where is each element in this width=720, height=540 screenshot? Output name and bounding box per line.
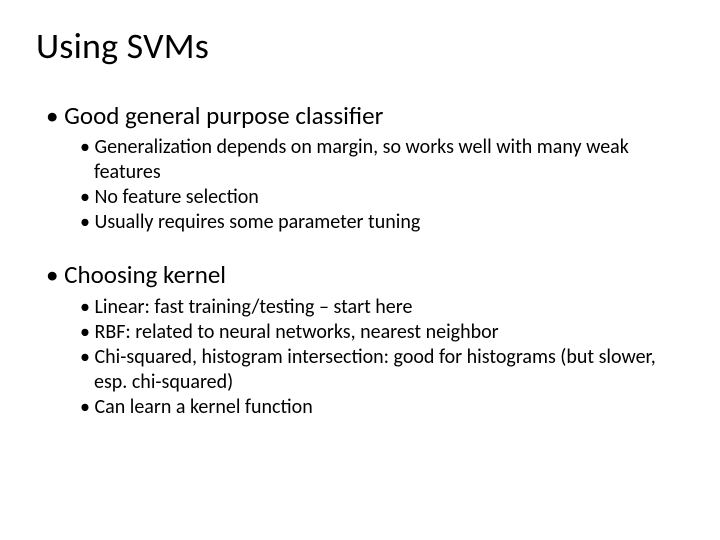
section-list: Generalization depends on margin, so wor… — [80, 135, 664, 235]
list-item: No feature selection — [80, 185, 664, 210]
list-item: Generalization depends on margin, so wor… — [80, 135, 664, 185]
list-item: RBF: related to neural networks, nearest… — [80, 320, 664, 345]
slide-title: Using SVMs — [36, 24, 684, 68]
section-heading: Choosing kernel — [46, 259, 684, 290]
list-item: Linear: fast training/testing – start he… — [80, 295, 664, 320]
section-choosing-kernel: Choosing kernel Linear: fast training/te… — [36, 259, 684, 419]
list-item: Can learn a kernel function — [80, 395, 664, 420]
section-heading: Good general purpose classifier — [46, 100, 684, 131]
section-good-classifier: Good general purpose classifier Generali… — [36, 100, 684, 235]
list-item: Usually requires some parameter tuning — [80, 210, 664, 235]
section-list: Linear: fast training/testing – start he… — [80, 295, 664, 420]
list-item: Chi-squared, histogram intersection: goo… — [80, 345, 664, 395]
